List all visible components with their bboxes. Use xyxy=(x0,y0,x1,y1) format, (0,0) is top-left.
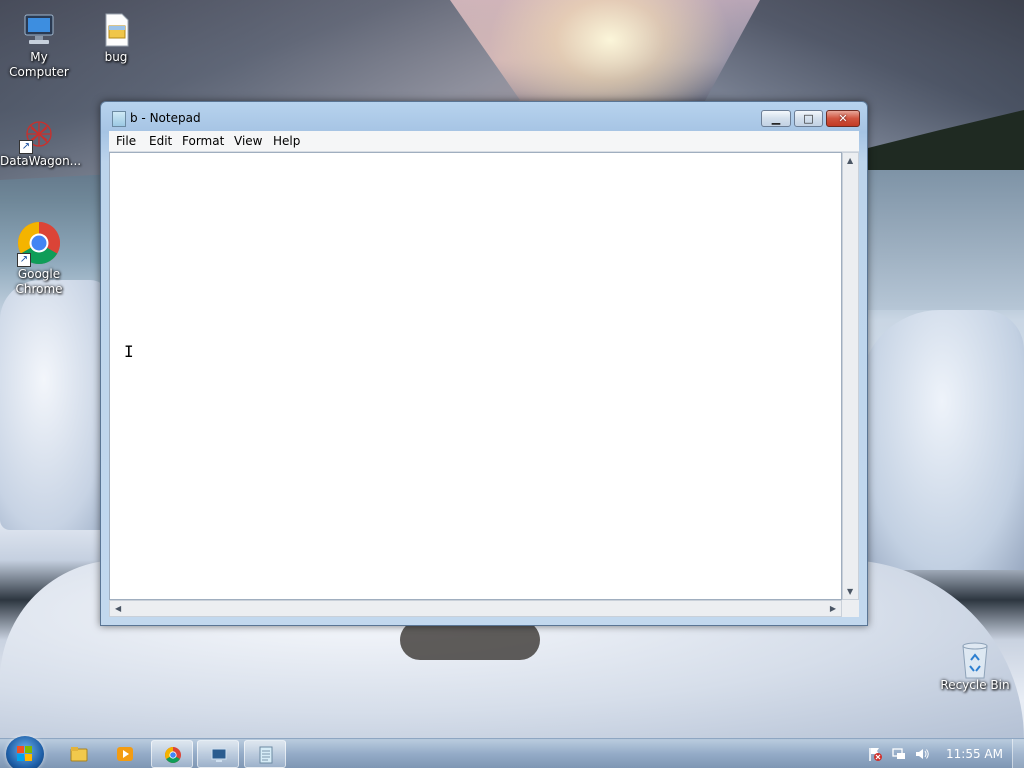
chrome-icon: ↗ xyxy=(17,221,61,267)
minimize-icon: ▁ xyxy=(771,112,781,125)
desktop-icon-label: Recycle Bin xyxy=(940,678,1010,692)
menu-edit[interactable]: Edit xyxy=(149,134,172,148)
datawagon-icon: ↗ xyxy=(19,116,57,154)
taskbar-notepad[interactable] xyxy=(244,740,286,768)
wallpaper-ice xyxy=(0,280,110,530)
scroll-right-icon[interactable]: ▶ xyxy=(830,604,836,613)
desktop-icon-label: Google Chrome xyxy=(15,267,63,296)
shortcut-arrow-icon: ↗ xyxy=(17,253,31,267)
notepad-icon xyxy=(112,111,126,127)
desktop: My Computer bug ↗ DataWagon... ↗ Google … xyxy=(0,0,1024,768)
close-button[interactable]: ✕ xyxy=(826,110,860,127)
text-editor[interactable] xyxy=(109,152,842,600)
horizontal-scrollbar[interactable]: ◀ ▶ xyxy=(109,600,842,617)
desktop-icon-datawagon[interactable]: ↗ DataWagon... xyxy=(0,116,82,169)
desktop-icon-recycle-bin[interactable]: Recycle Bin xyxy=(936,640,1014,693)
desktop-icon-label: bug xyxy=(104,50,128,64)
maximize-button[interactable]: □ xyxy=(794,110,823,127)
notepad-window[interactable]: b - Notepad ▁ □ ✕ File Edit Format View … xyxy=(100,101,868,626)
shortcut-arrow-icon: ↗ xyxy=(19,140,33,154)
resize-grip[interactable] xyxy=(842,600,859,617)
volume-icon[interactable] xyxy=(914,746,930,762)
menu-help[interactable]: Help xyxy=(273,134,300,148)
network-icon[interactable] xyxy=(891,746,907,762)
desktop-icon-google-chrome[interactable]: ↗ Google Chrome xyxy=(0,221,78,297)
wallpaper-rocks xyxy=(400,620,540,660)
text-cursor-icon: I xyxy=(124,342,134,361)
wallpaper-water xyxy=(860,170,1024,310)
scroll-up-icon[interactable]: ▲ xyxy=(847,156,853,165)
menu-view[interactable]: View xyxy=(234,134,262,148)
desktop-icon-bug[interactable]: bug xyxy=(77,12,155,65)
taskbar-media-player[interactable] xyxy=(104,740,146,768)
desktop-icon-my-computer[interactable]: My Computer xyxy=(0,12,78,80)
menu-file[interactable]: File xyxy=(116,134,136,148)
title-bar[interactable]: b - Notepad ▁ □ ✕ xyxy=(101,102,867,132)
windows-logo-icon xyxy=(17,746,33,762)
media-player-icon xyxy=(117,747,133,761)
taskbar: 11:55 AM xyxy=(0,736,1024,768)
taskbar-explorer[interactable] xyxy=(58,740,100,768)
show-desktop-button[interactable] xyxy=(1012,739,1024,768)
close-icon: ✕ xyxy=(838,112,848,125)
menu-bar: File Edit Format View Help xyxy=(109,131,859,152)
vertical-scrollbar[interactable]: ▲ ▼ xyxy=(842,152,859,600)
system-clock[interactable]: 11:55 AM xyxy=(946,747,1003,761)
computer-icon xyxy=(21,12,57,48)
maximize-icon: □ xyxy=(803,112,814,125)
scroll-down-icon[interactable]: ▼ xyxy=(847,587,853,596)
desktop-icon-label: My Computer xyxy=(9,50,69,79)
taskbar-chrome[interactable] xyxy=(151,740,193,768)
windows-explorer-icon xyxy=(70,747,88,762)
recycle-bin-icon xyxy=(957,640,993,679)
wallpaper-ice xyxy=(860,310,1024,570)
notepad-icon xyxy=(259,746,273,764)
desktop-icon-label: DataWagon... xyxy=(0,154,82,168)
start-button[interactable] xyxy=(6,736,44,768)
menu-format[interactable]: Format xyxy=(182,134,224,148)
window-title: b - Notepad xyxy=(130,111,201,125)
file-icon xyxy=(98,12,134,48)
taskbar-remote-desktop[interactable] xyxy=(197,740,239,768)
minimize-button[interactable]: ▁ xyxy=(761,110,791,127)
action-center-flag-icon[interactable] xyxy=(867,746,883,762)
scroll-left-icon[interactable]: ◀ xyxy=(115,604,121,613)
chrome-icon xyxy=(165,747,181,763)
remote-desktop-icon xyxy=(211,748,227,762)
